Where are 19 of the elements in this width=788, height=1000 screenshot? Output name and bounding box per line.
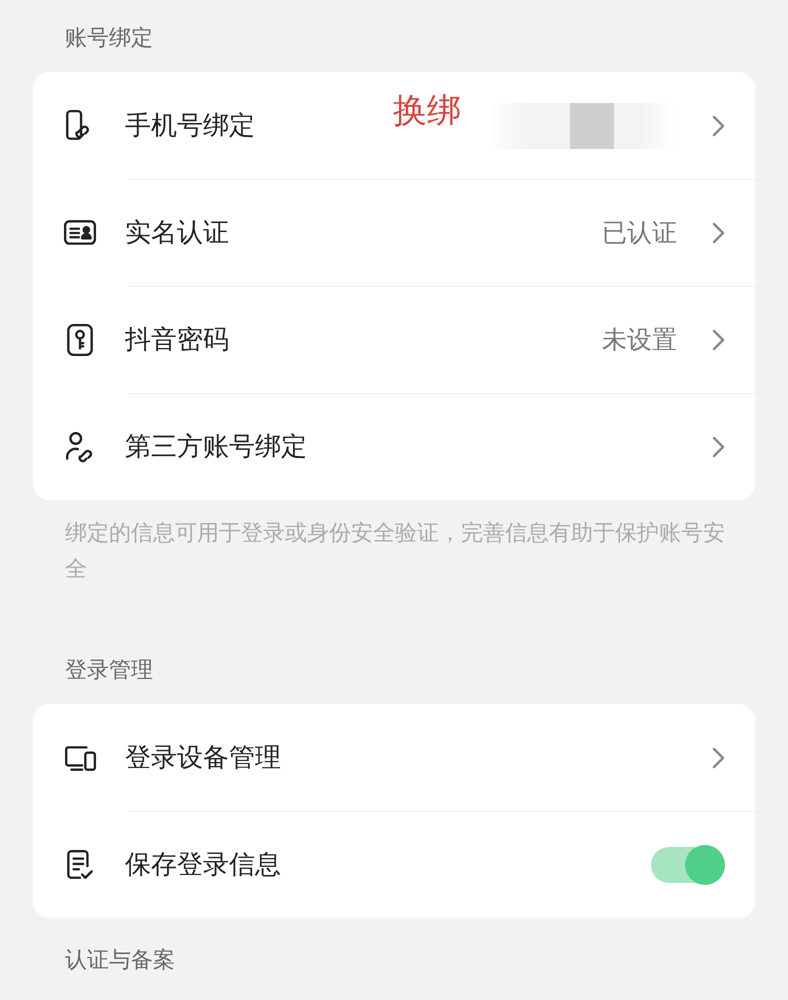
chevron-icon	[711, 220, 725, 244]
setting-label[interactable]: 第三方账号绑定	[125, 429, 307, 464]
annotation-text: 换绑	[393, 90, 461, 133]
setting-label[interactable]: 实名认证	[125, 215, 229, 250]
chevron-icon	[711, 328, 725, 352]
toggle-switch[interactable]	[651, 846, 723, 882]
status-value: 未设置	[602, 324, 677, 356]
status-value: 已认证	[602, 217, 677, 249]
hint-text: 绑定的信息可用于登录或身份安全验证，完善信息有助于保护账号安全	[64, 520, 726, 584]
chevron-icon	[711, 746, 725, 770]
chevron-icon	[711, 114, 725, 138]
chevron-icon	[711, 434, 725, 458]
section-title: 账号绑定	[64, 25, 154, 53]
section-title: 认证与备案	[64, 947, 176, 975]
setting-label[interactable]: 手机号绑定	[125, 108, 255, 143]
setting-label[interactable]: 登录设备管理	[125, 740, 281, 775]
section-title: 登录管理	[64, 657, 154, 685]
setting-label[interactable]: 抖音密码	[125, 322, 229, 357]
setting-label[interactable]: 保存登录信息	[125, 847, 281, 882]
